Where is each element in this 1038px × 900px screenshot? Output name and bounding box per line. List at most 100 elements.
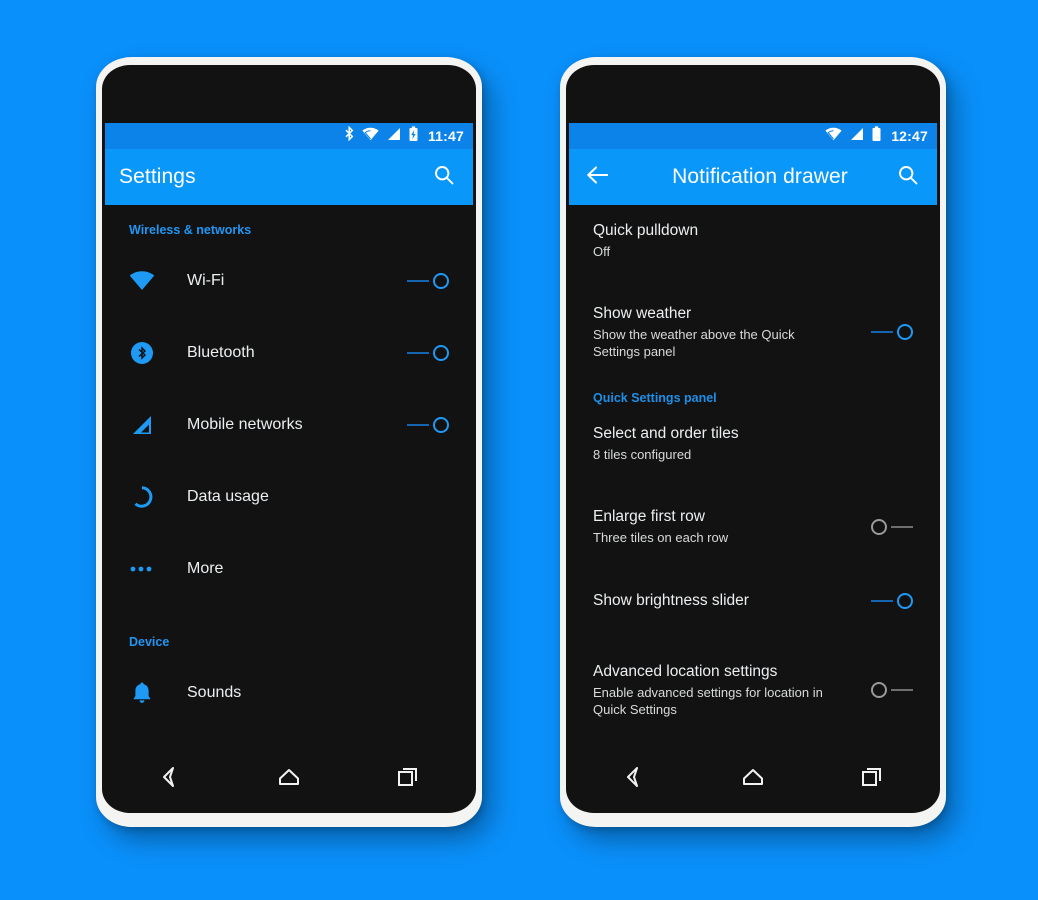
list-item-select-order-tiles[interactable]: Select and order tiles 8 tiles configure… xyxy=(569,411,937,476)
toggle-track xyxy=(871,331,893,333)
navigation-bar[interactable] xyxy=(575,753,931,805)
list-item-text: Show brightness slider xyxy=(593,591,871,611)
list-item-show-brightness-slider[interactable]: Show brightness slider xyxy=(569,573,937,629)
status-clock: 11:47 xyxy=(427,128,464,144)
list-item-title: Enlarge first row xyxy=(593,508,705,525)
status-clock: 12:47 xyxy=(891,128,928,144)
list-item-text: Select and order tiles 8 tiles configure… xyxy=(593,424,915,463)
recents-icon xyxy=(396,765,420,794)
toggle-advanced-location-settings[interactable] xyxy=(871,677,915,703)
list-item-label: Wi-Fi xyxy=(187,272,225,289)
bell-icon xyxy=(129,680,155,706)
status-bar: 12:47 xyxy=(569,123,937,149)
phone-device-notification-drawer: 12:47 Notification drawer Quick pulldown xyxy=(560,57,946,827)
cell-signal-icon xyxy=(386,127,401,146)
list-item-advanced-location-settings[interactable]: Advanced location settings Enable advanc… xyxy=(569,649,937,731)
list-item-more[interactable]: More xyxy=(105,533,473,605)
status-bar: 11:47 xyxy=(105,123,473,149)
app-bar-notification-drawer: Notification drawer xyxy=(569,149,937,205)
list-item-text: Enlarge first row Three tiles on each ro… xyxy=(593,507,871,546)
back-icon xyxy=(157,765,183,794)
list-item-label: Bluetooth xyxy=(187,344,255,361)
battery-full-icon xyxy=(871,125,882,147)
section-header-device: Device xyxy=(129,635,170,649)
toggle-knob xyxy=(897,593,913,609)
list-item-subtitle: Show the weather above the Quick Setting… xyxy=(593,327,795,359)
settings-list[interactable]: Wireless & networks Wi-Fi Bluetooth Mobi… xyxy=(105,205,473,775)
list-item-title: Quick pulldown xyxy=(593,222,699,239)
list-item-label: More xyxy=(187,560,224,577)
list-item-text: Show weather Show the weather above the … xyxy=(593,304,871,360)
wifi-icon xyxy=(362,127,379,146)
navigation-bar[interactable] xyxy=(111,753,467,805)
bluetooth-icon xyxy=(344,125,355,146)
toggle-show-weather[interactable] xyxy=(871,319,915,345)
toggle-mobile-networks[interactable] xyxy=(407,412,451,438)
toggle-show-brightness-slider[interactable] xyxy=(871,588,915,614)
toggle-bluetooth[interactable] xyxy=(407,340,451,366)
list-item-subtitle: 8 tiles configured xyxy=(593,447,692,462)
toggle-track xyxy=(871,600,893,602)
nav-recents-button[interactable] xyxy=(848,759,896,799)
appbar-back-button[interactable] xyxy=(583,162,613,192)
list-item-subtitle: Off xyxy=(593,244,611,259)
list-item-title: Show brightness slider xyxy=(593,592,749,609)
more-dots-icon xyxy=(129,556,155,582)
list-item-text: Advanced location settings Enable advanc… xyxy=(593,662,871,718)
section-header-quick-settings-panel: Quick Settings panel xyxy=(593,391,717,405)
nav-home-button[interactable] xyxy=(729,759,777,799)
nav-back-button[interactable] xyxy=(146,759,194,799)
home-icon xyxy=(740,766,766,793)
list-item-mobile-networks[interactable]: Mobile networks xyxy=(105,389,473,461)
page-title: Settings xyxy=(119,165,196,188)
toggle-enlarge-first-row[interactable] xyxy=(871,514,915,540)
page-title: Notification drawer xyxy=(672,165,848,188)
list-item-data-usage[interactable]: Data usage xyxy=(105,461,473,533)
section-header-wireless: Wireless & networks xyxy=(129,223,252,237)
bluetooth-icon xyxy=(129,340,155,366)
wifi-icon xyxy=(825,127,842,146)
search-icon xyxy=(433,164,455,191)
nav-back-button[interactable] xyxy=(610,759,658,799)
list-item-bluetooth[interactable]: Bluetooth xyxy=(105,317,473,389)
toggle-knob xyxy=(871,518,887,535)
arrow-left-icon xyxy=(586,165,610,190)
back-icon xyxy=(621,765,647,794)
toggle-knob xyxy=(433,273,449,289)
list-item-wifi[interactable]: Wi-Fi xyxy=(105,245,473,317)
list-item-title: Advanced location settings xyxy=(593,663,778,680)
cell-signal-icon xyxy=(129,412,155,438)
home-icon xyxy=(276,766,302,793)
list-item-quick-pulldown[interactable]: Quick pulldown Off xyxy=(569,205,937,273)
search-button[interactable] xyxy=(893,162,923,192)
list-item-text: Quick pulldown Off xyxy=(593,221,915,260)
list-item-subtitle: Three tiles on each row xyxy=(593,530,729,545)
list-item-subtitle: Enable advanced settings for location in… xyxy=(593,685,823,717)
search-button[interactable] xyxy=(429,162,459,192)
phone-screen-settings: 11:47 Settings Wireless & networks Wi-Fi xyxy=(105,123,473,775)
toggle-track xyxy=(891,525,913,528)
app-bar-settings: Settings xyxy=(105,149,473,205)
list-item-label: Sounds xyxy=(187,684,242,701)
toggle-knob xyxy=(871,682,887,698)
nav-home-button[interactable] xyxy=(265,759,313,799)
list-item-title: Select and order tiles xyxy=(593,425,739,442)
phone-screen-notification-drawer: 12:47 Notification drawer Quick pulldown xyxy=(569,123,937,775)
recents-icon xyxy=(860,765,884,794)
list-item-label: Mobile networks xyxy=(187,416,303,433)
list-item-label: Data usage xyxy=(187,488,269,505)
cell-signal-icon xyxy=(849,127,864,146)
search-icon xyxy=(897,164,919,191)
toggle-knob xyxy=(433,417,449,433)
toggle-knob xyxy=(433,345,449,361)
nav-recents-button[interactable] xyxy=(384,759,432,799)
phone-device-settings: 11:47 Settings Wireless & networks Wi-Fi xyxy=(96,57,482,827)
battery-charging-icon xyxy=(408,125,419,147)
list-item-sounds[interactable]: Sounds xyxy=(105,657,473,729)
list-item-enlarge-first-row[interactable]: Enlarge first row Three tiles on each ro… xyxy=(569,494,937,559)
toggle-wifi[interactable] xyxy=(407,268,451,294)
data-usage-icon xyxy=(129,484,155,510)
toggle-track xyxy=(407,280,429,282)
list-item-show-weather[interactable]: Show weather Show the weather above the … xyxy=(569,291,937,373)
notification-drawer-list[interactable]: Quick pulldown Off Show weather Show the… xyxy=(569,205,937,775)
